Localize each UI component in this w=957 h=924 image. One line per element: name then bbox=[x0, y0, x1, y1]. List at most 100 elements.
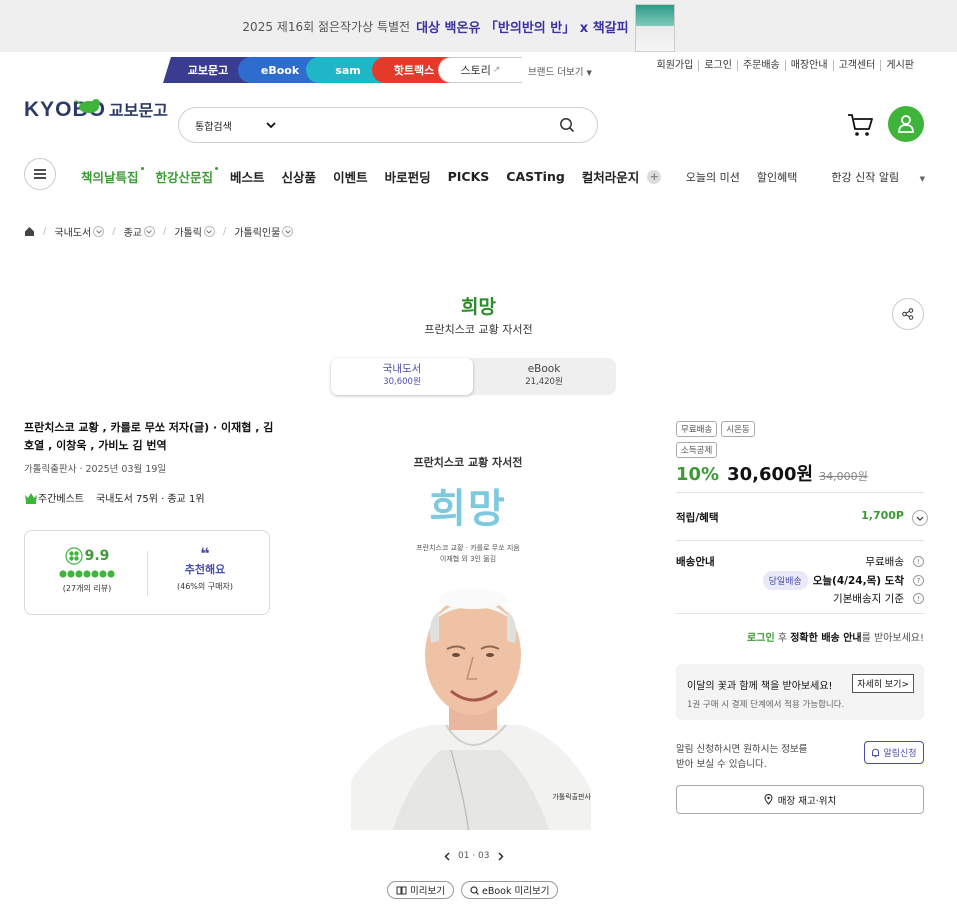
search-bar: 통합검색 bbox=[178, 107, 598, 143]
breadcrumb-separator: / bbox=[43, 226, 47, 237]
brand-tab-story[interactable]: 스토리 ↗ bbox=[438, 57, 522, 83]
rank-value: 국내도서 75위 · 종교 1위 bbox=[96, 494, 205, 505]
login-link[interactable]: 로그인 bbox=[698, 60, 737, 71]
ebook-preview-label: eBook 미리보기 bbox=[481, 886, 550, 897]
book-cover-image[interactable]: 프란치스코 교황 자서전 희망 프란치스코 교황 · 카를로 무쏘 지음 이재협… bbox=[331, 440, 605, 830]
hamburger-icon bbox=[34, 169, 46, 179]
recommend-label: 추천해요 bbox=[184, 563, 226, 576]
hangang-alert-label: 한강 신작 알림 bbox=[831, 171, 900, 184]
points-expand-button[interactable] bbox=[912, 510, 928, 526]
chevron-right-icon[interactable] bbox=[498, 852, 504, 861]
flower-detail-button[interactable]: 자세히 보기> bbox=[852, 674, 914, 693]
alarm-text-line1: 알림 신청하시면 원하시는 정보를 bbox=[676, 744, 808, 755]
nav-casting[interactable]: CASTing bbox=[506, 169, 565, 184]
user-icon bbox=[898, 115, 914, 133]
cart-icon[interactable] bbox=[846, 112, 874, 138]
flower-promo-title: 이달의 꽃과 함께 책을 받아보세요! bbox=[687, 681, 833, 692]
cover-credit-translators: 이재협 외 3인 옮김 bbox=[439, 555, 497, 563]
nav-picks[interactable]: PICKS bbox=[448, 169, 490, 184]
base-address-text: 기본배송지 기준 bbox=[833, 593, 904, 605]
customer-center-link[interactable]: 고객센터 bbox=[832, 60, 881, 71]
chevron-down-icon[interactable] bbox=[203, 226, 215, 237]
alarm-subscribe-button[interactable]: 알림신청 bbox=[864, 741, 924, 764]
signup-link[interactable]: 회원가입 bbox=[652, 60, 699, 71]
points-value: 1,700P bbox=[861, 509, 904, 522]
discount-rate: 10% bbox=[676, 464, 720, 485]
store-info-link[interactable]: 매장안내 bbox=[784, 60, 833, 71]
discount-link[interactable]: 할인혜택 bbox=[757, 169, 797, 185]
format-tab-print[interactable]: 국내도서 30,600원 bbox=[331, 358, 473, 395]
store-stock-button[interactable]: 매장 재고·위치 bbox=[676, 785, 924, 814]
promo-banner[interactable]: 2025 제16회 젊은작가상 특별전 대상 백온유 「반의반의 반」 x 책갈… bbox=[0, 0, 957, 52]
book-open-icon bbox=[396, 886, 407, 894]
flower-promo-note: 1권 구매 시 결제 단계에서 적용 가능합니다. bbox=[687, 700, 845, 710]
search-input[interactable] bbox=[285, 111, 559, 139]
nav-new[interactable]: 신상품 bbox=[282, 167, 317, 186]
badge-tax-deduction: 소득공제 bbox=[676, 442, 718, 458]
nav-right-links: 오늘의 미션 할인혜택 한강 신작 알림 ▼ bbox=[669, 169, 925, 185]
share-button[interactable] bbox=[892, 298, 924, 330]
login-prompt-link[interactable]: 로그인 bbox=[747, 633, 775, 644]
site-logo[interactable]: KYOBO 교보문고 bbox=[24, 97, 168, 122]
breadcrumb-item[interactable]: 가톨릭인물 bbox=[234, 224, 280, 239]
chevron-down-icon[interactable] bbox=[266, 122, 276, 128]
nav-funding[interactable]: 바로펀딩 bbox=[385, 167, 431, 186]
login-prompt-tail: 를 받아보세요! bbox=[861, 633, 924, 644]
login-prompt-bold: 정확한 배송 안내 bbox=[790, 633, 862, 644]
bestseller-rank[interactable]: 주간베스트 국내도서 75위 · 종교 1위 bbox=[24, 490, 205, 505]
logo-text-ko: 교보문고 bbox=[109, 101, 168, 120]
nav-culture-lounge[interactable]: 컬처라운지 bbox=[582, 167, 640, 186]
ebook-preview-button[interactable]: eBook 미리보기 bbox=[460, 881, 559, 899]
search-type-select[interactable]: 통합검색 bbox=[195, 118, 232, 133]
author-credits[interactable]: 프란치스코 교황 , 카를로 무쏘 저자(글) · 이재협 , 김호열 , 이창… bbox=[24, 419, 279, 455]
my-account-button[interactable] bbox=[888, 106, 924, 142]
cover-credits: 프란치스코 교황 · 카를로 무쏘 지음 이재협 외 3인 옮김 bbox=[331, 543, 605, 565]
caret-down-icon: ▼ bbox=[586, 69, 592, 77]
nav-more-plus-icon[interactable]: + bbox=[647, 169, 662, 184]
today-mission-link[interactable]: 오늘의 미션 bbox=[686, 169, 740, 185]
format-toggle: 국내도서 30,600원 eBook 21,420원 bbox=[331, 358, 616, 395]
info-icon[interactable]: ! bbox=[913, 593, 924, 604]
review-summary[interactable]: 9.9 (27개의 리뷰) ❝ 추천해요 (46%의 구매자) bbox=[24, 530, 270, 615]
delivery-label: 배송안내 bbox=[676, 556, 715, 568]
orders-link[interactable]: 주문배송 bbox=[736, 60, 785, 71]
chevron-down-icon[interactable] bbox=[143, 226, 155, 237]
format-label: eBook bbox=[527, 363, 561, 375]
info-icon[interactable]: ! bbox=[913, 556, 924, 567]
breadcrumb-item[interactable]: 종교 bbox=[124, 224, 142, 239]
nav-book-day-special[interactable]: 책의날특집 bbox=[81, 167, 143, 186]
store-stock-label: 매장 재고·위치 bbox=[777, 795, 837, 807]
arrival-row: 당일배송 오늘(4/24,목) 도착? bbox=[762, 571, 924, 590]
clover-icon bbox=[64, 547, 83, 565]
points-label: 적립/혜택 bbox=[676, 512, 719, 524]
nav-event[interactable]: 이벤트 bbox=[333, 167, 368, 186]
caret-down-icon: ▼ bbox=[919, 175, 925, 183]
chevron-down-icon[interactable] bbox=[93, 226, 105, 237]
brand-tab-label: 교보문고 bbox=[187, 64, 229, 77]
help-icon[interactable]: ? bbox=[913, 575, 924, 586]
preview-button[interactable]: 미리보기 bbox=[387, 881, 454, 899]
category-menu-button[interactable] bbox=[24, 158, 56, 190]
alarm-description: 알림 신청하시면 원하시는 정보를 받아 보실 수 있습니다. bbox=[676, 742, 807, 772]
format-tab-ebook[interactable]: eBook 21,420원 bbox=[473, 358, 615, 395]
preview-label: 미리보기 bbox=[410, 886, 445, 897]
breadcrumb-item[interactable]: 국내도서 bbox=[54, 224, 91, 239]
chevron-down-icon[interactable] bbox=[282, 226, 294, 237]
nav-hangang-essay[interactable]: 한강산문집 bbox=[156, 167, 218, 186]
review-score-block: 9.9 (27개의 리뷰) bbox=[57, 547, 117, 594]
breadcrumb-item[interactable]: 가톨릭 bbox=[174, 224, 202, 239]
nav-best[interactable]: 베스트 bbox=[230, 167, 265, 186]
board-link[interactable]: 게시판 bbox=[880, 60, 919, 71]
recommend-block: ❝ 추천해요 (46%의 구매자) bbox=[165, 546, 245, 592]
brand-tab-label: eBook bbox=[260, 63, 300, 77]
home-icon[interactable] bbox=[24, 226, 35, 237]
hangang-alert-link[interactable]: 한강 신작 알림 ▼ bbox=[814, 169, 925, 185]
breadcrumb-separator: / bbox=[112, 226, 116, 237]
share-icon bbox=[902, 308, 914, 320]
recommend-percent: (46%의 구매자) bbox=[176, 582, 233, 591]
chevron-left-icon[interactable] bbox=[444, 852, 450, 861]
search-icon[interactable] bbox=[559, 117, 575, 133]
review-score: 9.9 bbox=[84, 548, 110, 564]
brand-more-button[interactable]: 브랜드 더보기 ▼ bbox=[528, 64, 592, 78]
preview-buttons: 미리보기 eBook 미리보기 bbox=[387, 881, 565, 899]
